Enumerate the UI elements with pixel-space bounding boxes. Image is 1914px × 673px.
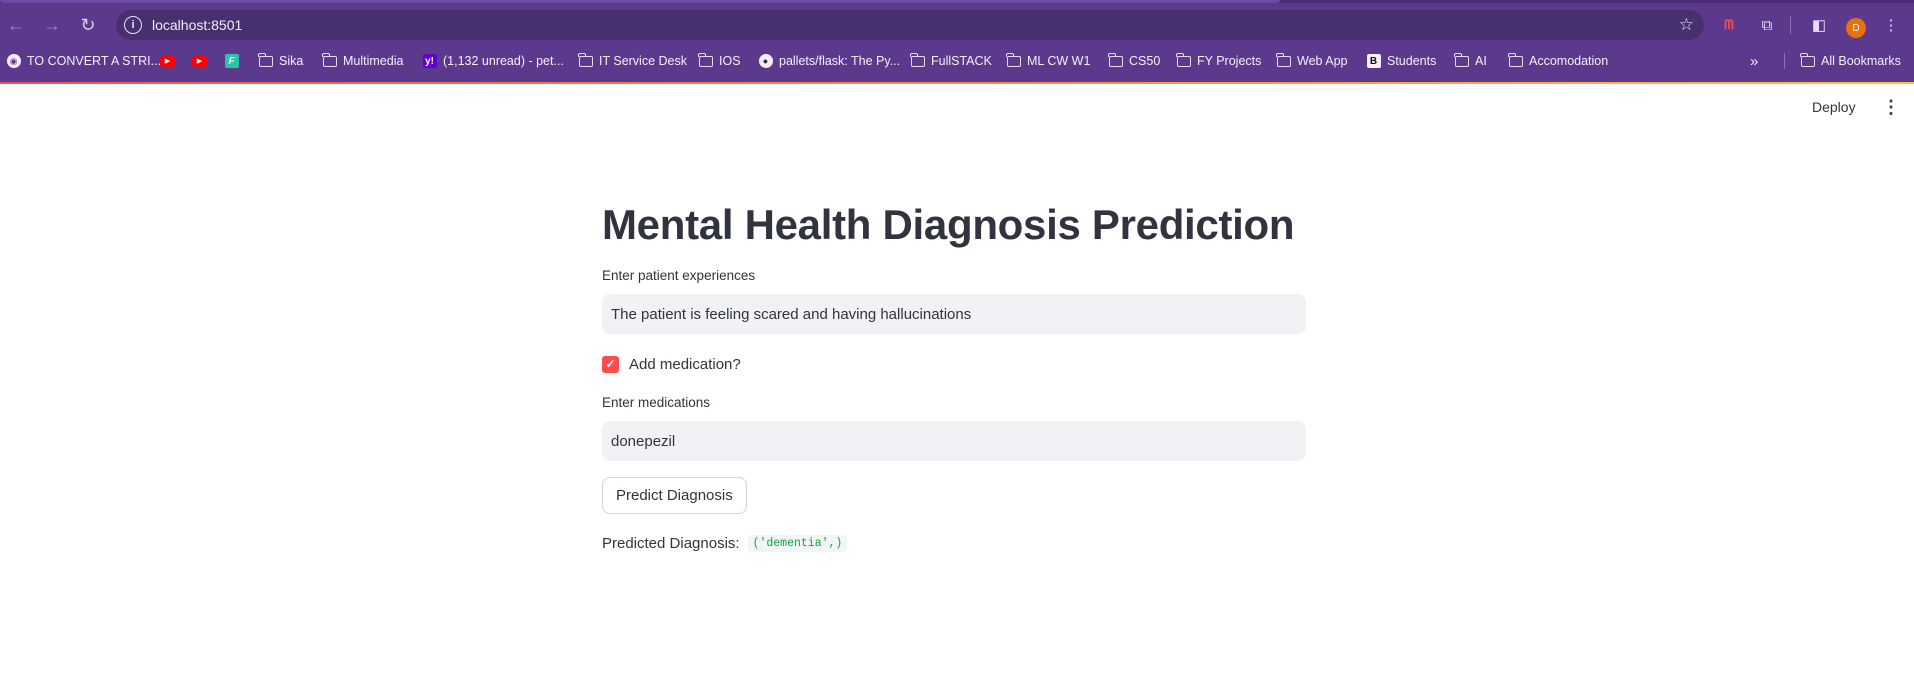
folder-icon — [258, 52, 273, 67]
url-text[interactable]: localhost:8501 — [152, 17, 242, 33]
reload-icon[interactable]: ↻ — [76, 13, 100, 37]
folder-icon — [1276, 52, 1291, 67]
bookmark-label: (1,132 unread) - pet... — [443, 54, 564, 68]
more-bookmarks-chevron-icon[interactable]: » — [1750, 50, 1758, 72]
medications-input[interactable]: donepezil — [602, 421, 1306, 461]
f-icon: F — [224, 54, 239, 68]
bookmark-item[interactable]: Sika — [258, 50, 303, 72]
folder-icon — [1454, 52, 1469, 67]
app-menu-icon[interactable]: ⋮ — [1882, 96, 1900, 118]
experiences-input[interactable]: The patient is feeling scared and having… — [602, 294, 1306, 334]
deploy-button[interactable]: Deploy — [1812, 96, 1856, 118]
folder-icon — [322, 52, 337, 67]
bookmark-item[interactable]: F — [224, 50, 245, 72]
globe-icon: ◉ — [6, 54, 21, 68]
bookmark-label: AI — [1475, 54, 1487, 68]
yahoo-icon: y! — [422, 54, 437, 68]
all-bookmarks-label: All Bookmarks — [1821, 54, 1901, 68]
bookmark-label: FullSTACK — [931, 54, 992, 68]
app-top-accent-bar — [0, 82, 1914, 84]
medication-checkbox[interactable]: ✓ — [602, 355, 619, 373]
bookmark-label: IOS — [719, 54, 741, 68]
bookmark-item[interactable]: Multimedia — [322, 50, 403, 72]
experiences-label: Enter patient experiences — [602, 268, 756, 283]
bookmark-label: Sika — [279, 54, 304, 68]
bookmark-label: Students — [1387, 54, 1437, 68]
bookmark-item[interactable]: ● pallets/flask: The Py... — [758, 50, 900, 72]
toolbar-divider — [1790, 16, 1791, 34]
bookmark-item[interactable]: Web App — [1276, 50, 1348, 72]
bookmark-item[interactable]: ◉ TO CONVERT A STRI... — [6, 50, 161, 72]
folder-icon — [1108, 52, 1123, 67]
bookmarks-bar: ◉ TO CONVERT A STRI... ▶ ▶ F Sika Multim… — [0, 50, 1914, 72]
youtube-icon: ▶ — [160, 55, 175, 67]
folder-icon — [1176, 52, 1191, 67]
bookmark-label: pallets/flask: The Py... — [779, 54, 901, 68]
extensions-puzzle-icon[interactable]: ⧉ — [1756, 14, 1778, 36]
main-content: Mental Health Diagnosis Prediction Enter… — [602, 196, 1306, 554]
bookmark-item[interactable]: B Students — [1366, 50, 1436, 72]
bookmark-item[interactable]: IOS — [698, 50, 741, 72]
bookmark-label: CS50 — [1129, 54, 1161, 68]
youtube-icon: ▶ — [192, 55, 207, 67]
side-panel-icon[interactable]: ◧ — [1808, 14, 1830, 36]
bookmark-label: ML CW W1 — [1027, 54, 1091, 68]
folder-icon — [578, 52, 593, 67]
folder-icon — [1006, 52, 1021, 67]
folder-icon — [1508, 52, 1523, 67]
active-tab-edge[interactable] — [0, 0, 1280, 3]
profile-avatar[interactable]: D — [1846, 18, 1866, 38]
folder-icon — [1800, 52, 1815, 67]
bookmark-label: IT Service Desk — [599, 54, 687, 68]
medication-checkbox-label[interactable]: Add medication? — [629, 356, 741, 373]
folder-icon — [910, 52, 925, 67]
tab-strip — [0, 0, 1914, 3]
b-icon: B — [1366, 54, 1381, 68]
prediction-result: Predicted Diagnosis: ('dementia',) — [602, 532, 1306, 554]
extension-icon[interactable]: ᗰ — [1718, 14, 1740, 36]
bookmark-item[interactable]: FY Projects — [1176, 50, 1261, 72]
browser-toolbar: ← → ↻ i localhost:8501 ☆ ᗰ ⧉ ◧ D ⋮ — [0, 4, 1914, 46]
bookmark-item[interactable]: Accomodation — [1508, 50, 1608, 72]
page-title: Mental Health Diagnosis Prediction — [602, 201, 1295, 248]
bookmark-item[interactable]: ML CW W1 — [1006, 50, 1090, 72]
bookmark-item[interactable]: ▶ — [192, 50, 213, 72]
back-icon[interactable]: ← — [4, 13, 28, 37]
medication-checkbox-row[interactable]: ✓ Add medication? — [602, 354, 1306, 374]
all-bookmarks-button[interactable]: All Bookmarks — [1800, 50, 1901, 72]
bookmark-label: Web App — [1297, 54, 1348, 68]
bookmark-item[interactable]: AI — [1454, 50, 1487, 72]
medications-label: Enter medications — [602, 395, 711, 410]
bookmark-item[interactable]: CS50 — [1108, 50, 1160, 72]
bookmark-item[interactable]: IT Service Desk — [578, 50, 687, 72]
bookmark-label: FY Projects — [1197, 54, 1262, 68]
github-icon: ● — [758, 54, 773, 68]
bookmark-item[interactable]: FullSTACK — [910, 50, 992, 72]
forward-icon[interactable]: → — [40, 13, 64, 37]
bookmark-item[interactable]: ▶ — [160, 50, 181, 72]
bookmark-label: Accomodation — [1529, 54, 1609, 68]
bookmarks-divider — [1784, 53, 1785, 69]
result-label: Predicted Diagnosis: — [602, 534, 740, 552]
site-info-icon[interactable]: i — [124, 16, 142, 34]
predict-diagnosis-button[interactable]: Predict Diagnosis — [602, 477, 747, 514]
bookmark-label: TO CONVERT A STRI... — [27, 54, 162, 68]
bookmark-star-icon[interactable]: ☆ — [1679, 15, 1694, 35]
folder-icon — [698, 52, 713, 67]
result-value: ('dementia',) — [747, 534, 848, 552]
bookmark-label: Multimedia — [343, 54, 404, 68]
browser-frame: ← → ↻ i localhost:8501 ☆ ᗰ ⧉ ◧ D ⋮ ◉ TO … — [0, 0, 1914, 84]
browser-menu-icon[interactable]: ⋮ — [1880, 14, 1902, 36]
address-bar[interactable]: i localhost:8501 ☆ — [116, 10, 1704, 40]
bookmark-item[interactable]: y! (1,132 unread) - pet... — [422, 50, 564, 72]
